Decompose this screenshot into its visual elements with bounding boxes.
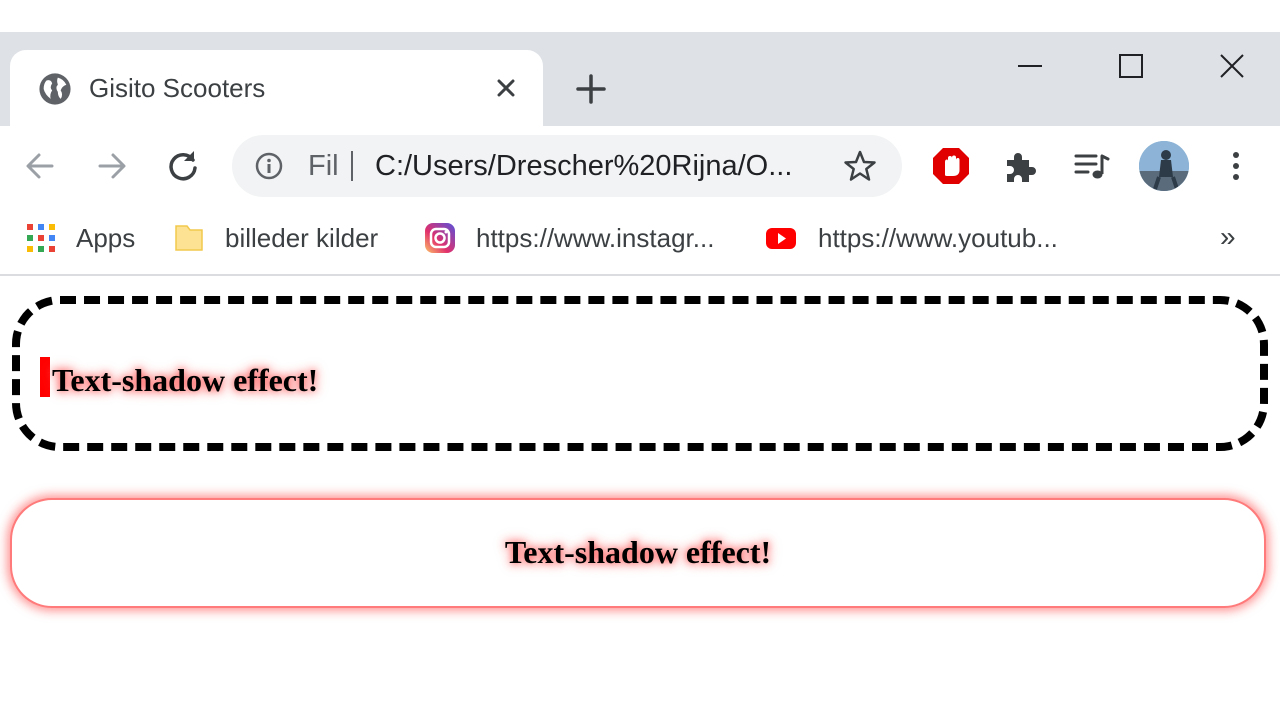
bookmark-star-icon[interactable] <box>843 149 877 183</box>
address-separator <box>351 151 353 181</box>
forward-arrow-icon[interactable] <box>92 146 132 186</box>
address-url[interactable]: C:/Users/Drescher%20Rijna/O... <box>375 147 815 185</box>
bookmark-youtube[interactable]: https://www.youtub... <box>765 218 1085 258</box>
new-tab-plus-icon[interactable] <box>572 70 610 108</box>
text-shadow-heading: Text-shadow effect! <box>52 362 319 398</box>
extensions-puzzle-icon[interactable] <box>1001 146 1041 186</box>
page-content: Text-shadow effect! Text-shadow effect! <box>0 278 1280 720</box>
info-icon[interactable] <box>254 151 284 181</box>
close-window-icon[interactable] <box>1212 46 1252 86</box>
bookmarks-overflow-button[interactable]: » <box>1220 220 1236 254</box>
globe-icon <box>39 73 71 105</box>
bookmark-label: Apps <box>76 223 136 253</box>
instagram-icon <box>425 223 455 253</box>
window-top-edge <box>0 0 1280 32</box>
youtube-icon <box>766 228 796 249</box>
dashed-box: Text-shadow effect! <box>12 296 1268 451</box>
bookmark-label: billeder kilder <box>225 223 379 253</box>
red-accent-bar <box>40 357 50 397</box>
browser-toolbar: Fil C:/Users/Drescher%20Rijna/O... <box>0 126 1280 206</box>
reload-icon[interactable] <box>163 146 203 186</box>
text-shadow-heading-centered: Text-shadow effect! <box>504 534 772 570</box>
bookmark-apps[interactable]: Apps <box>25 218 155 258</box>
bookmark-label: https://www.instagr... <box>476 223 715 253</box>
back-arrow-icon[interactable] <box>20 146 60 186</box>
more-menu-icon[interactable] <box>1216 146 1256 186</box>
tab-gisito-scooters[interactable]: Gisito Scooters <box>10 50 543 126</box>
maximize-window-icon[interactable] <box>1111 46 1151 86</box>
address-bar[interactable]: Fil C:/Users/Drescher%20Rijna/O... <box>232 135 902 197</box>
bookmarks-bar: Apps billeder kilder https://www.instagr… <box>0 206 1280 276</box>
close-tab-icon[interactable] <box>490 72 522 104</box>
profile-avatar[interactable] <box>1139 141 1189 191</box>
tab-title: Gisito Scooters <box>89 73 266 103</box>
bookmark-label: https://www.youtub... <box>818 223 1058 253</box>
adblock-extension-icon[interactable] <box>931 146 971 186</box>
avatar-photo-icon <box>1139 141 1189 191</box>
bookmark-instagram[interactable]: https://www.instagr... <box>424 218 744 258</box>
glow-box: Text-shadow effect! <box>10 498 1266 608</box>
folder-icon <box>175 225 203 251</box>
media-controls-icon[interactable] <box>1072 146 1112 186</box>
address-scheme-label: Fil <box>308 150 339 182</box>
apps-grid-icon <box>27 224 55 252</box>
bookmark-billeder-kilder[interactable]: billeder kilder <box>173 218 403 258</box>
minimize-window-icon[interactable] <box>1010 46 1050 86</box>
